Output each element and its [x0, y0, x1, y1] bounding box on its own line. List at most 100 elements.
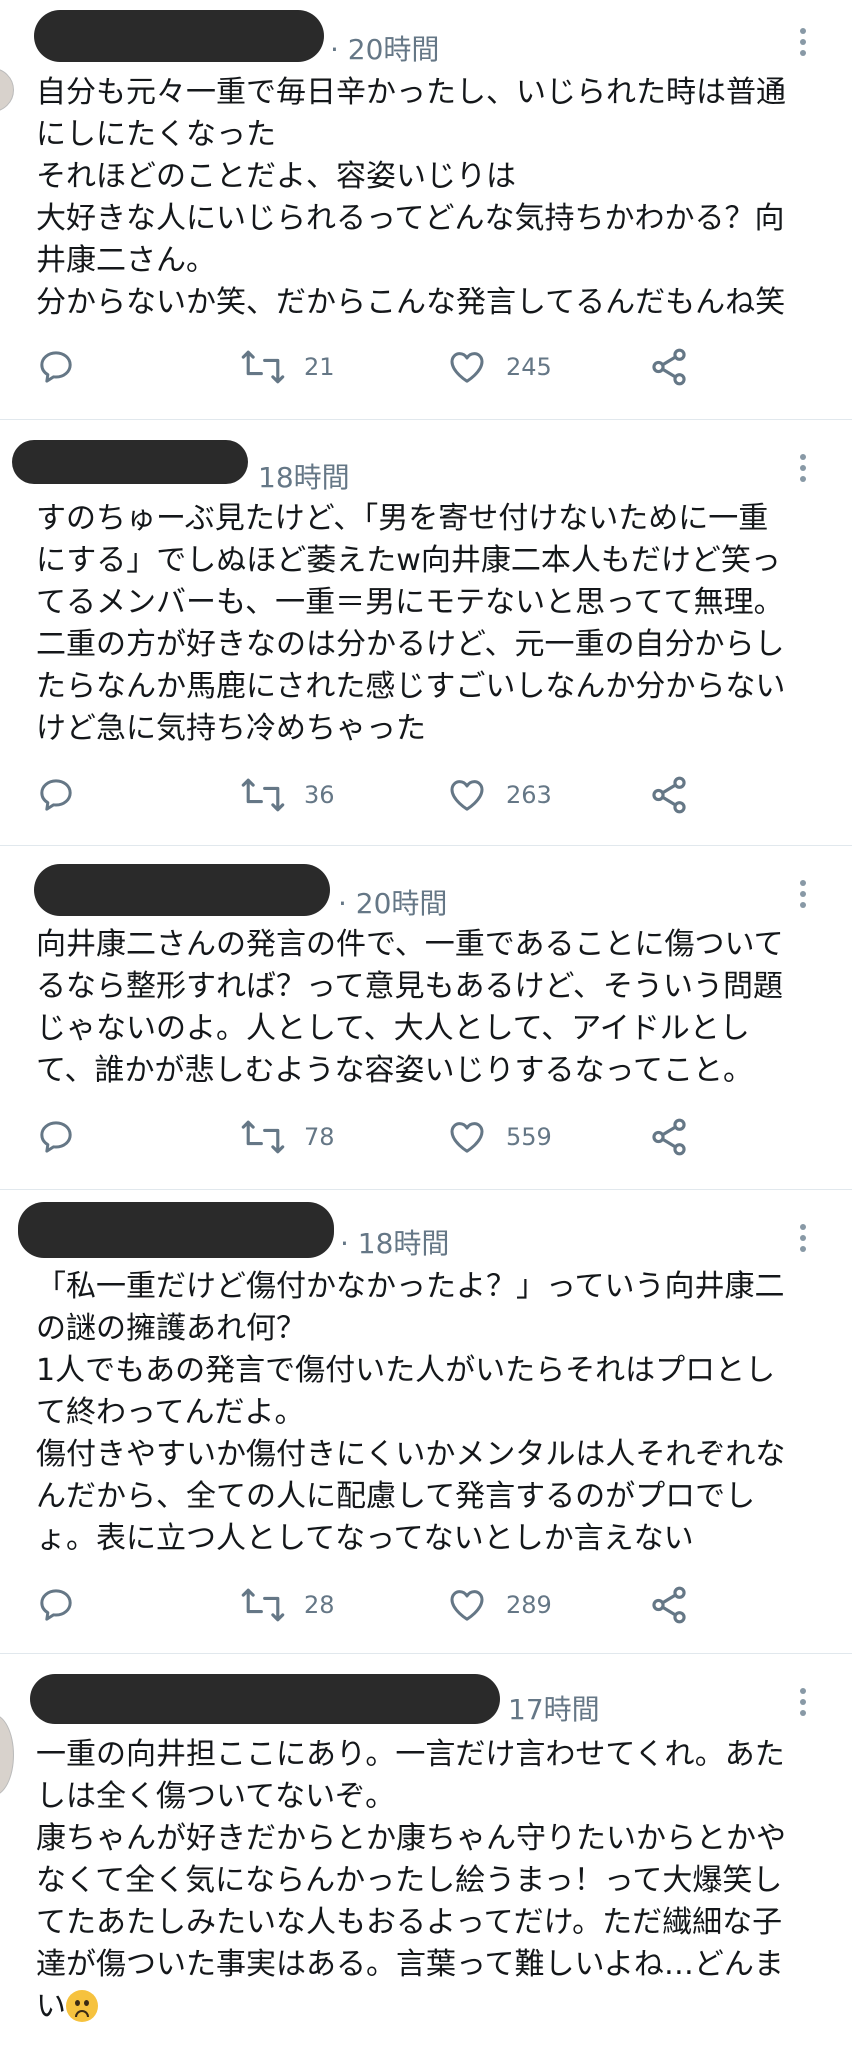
- tweet-2[interactable]: 18時間 すのちゅーぶ見たけど、「男を寄せ付けないために一重 にする」でしぬほど…: [0, 420, 852, 846]
- redacted-username: [34, 864, 330, 916]
- timestamp[interactable]: · 20時間: [338, 882, 447, 922]
- tweet-line: 分からないか笑、だからこんな発言してるんだもんね笑: [36, 285, 786, 320]
- retweet-icon: [241, 1588, 285, 1622]
- like-count: 289: [506, 1591, 552, 1619]
- share-icon: [652, 348, 686, 386]
- reply-button[interactable]: [36, 1114, 76, 1160]
- tweet-text: 一重の向井担ここにあり。一言だけ言わせてくれ。あた しは全く傷ついてないぞ。 康…: [36, 1734, 816, 2028]
- tweet-actions: 28 289: [36, 1582, 816, 1628]
- like-button[interactable]: 559: [446, 1114, 552, 1160]
- tweet-text: 自分も元々一重で毎日辛かったし、いじられた時は普通 にしにたくなった それほどの…: [36, 72, 816, 324]
- retweet-count: 78: [304, 1123, 335, 1151]
- share-button[interactable]: [648, 1114, 690, 1160]
- tweet-line: 大好きな人にいじられるってどんな気持ちかわかる？向: [36, 201, 785, 236]
- more-vertical-icon[interactable]: [800, 1688, 808, 1721]
- tweet-line: たらなんか馬鹿にされた感じすごいしなんか分からない: [36, 669, 786, 704]
- tweet-line: すのちゅーぶ見たけど、「男を寄せ付けないために一重: [36, 501, 769, 536]
- reply-icon: [40, 351, 72, 383]
- more-vertical-icon[interactable]: [800, 880, 808, 913]
- tweet-actions: 21 245: [36, 344, 816, 390]
- retweet-button[interactable]: 78: [240, 1114, 335, 1160]
- tweet-line: ょ。表に立つ人としてなってないとしか言えない: [36, 1521, 694, 1556]
- more-vertical-icon[interactable]: [800, 454, 808, 487]
- retweet-count: 28: [304, 1591, 335, 1619]
- retweet-icon: [241, 350, 285, 384]
- tweet-line: て、誰かが悲しむような容姿いじりするなってこと。: [36, 1053, 753, 1088]
- tweet-line: るなら整形すれば？って意見もあるけど、そういう問題: [36, 969, 783, 1004]
- reply-button[interactable]: [36, 772, 76, 818]
- reply-button[interactable]: [36, 344, 76, 390]
- avatar[interactable]: [0, 68, 14, 112]
- heart-icon: [450, 780, 484, 811]
- heart-icon: [450, 1122, 484, 1153]
- tweet-line: 1人でもあの発言で傷付いた人がいたらそれはプロとし: [36, 1353, 776, 1388]
- reply-icon: [40, 1121, 72, 1153]
- tweet-5[interactable]: 17時間 一重の向井担ここにあり。一言だけ言わせてくれ。あた しは全く傷ついてな…: [0, 1654, 852, 2048]
- redacted-username: [30, 1674, 500, 1724]
- reply-button[interactable]: [36, 1582, 76, 1628]
- share-button[interactable]: [648, 344, 690, 390]
- tweet-line: なくて全く気にならんかったし絵うまっ！って大爆笑し: [36, 1863, 783, 1898]
- like-button[interactable]: 263: [446, 772, 552, 818]
- tweet-line: 一重の向井担ここにあり。一言だけ言わせてくれ。あた: [36, 1737, 785, 1772]
- redacted-username: [34, 10, 324, 62]
- tweet-line: 井康二さん。: [36, 243, 216, 278]
- tweet-actions: 36 263: [36, 772, 816, 818]
- more-vertical-icon[interactable]: [800, 28, 808, 61]
- tweet-line: しは全く傷ついてないぞ。: [36, 1779, 396, 1814]
- timestamp[interactable]: 17時間: [508, 1688, 600, 1728]
- tweet-text: 向井康二さんの発言の件で、一重であることに傷ついて るなら整形すれば？って意見も…: [36, 924, 816, 1092]
- tweet-line: んだから、全ての人に配慮して発言するのがプロでし: [36, 1479, 756, 1514]
- sad-face-emoji: [66, 1990, 98, 2022]
- tweet-line: じゃないのよ。人として、大人として、アイドルとし: [36, 1011, 750, 1046]
- retweet-icon: [241, 778, 285, 812]
- avatar[interactable]: [0, 1714, 14, 1796]
- redacted-username: [12, 440, 248, 484]
- more-vertical-icon[interactable]: [800, 1224, 808, 1257]
- tweet-line: て終わってんだよ。: [36, 1395, 305, 1430]
- tweet-line: 「私一重だけど傷付かなかったよ？」っていう向井康二: [36, 1269, 785, 1304]
- retweet-count: 36: [304, 781, 335, 809]
- heart-icon: [450, 352, 484, 383]
- redacted-username: [18, 1202, 334, 1258]
- retweet-button[interactable]: 21: [240, 344, 335, 390]
- tweet-actions: 78 559: [36, 1114, 816, 1160]
- tweet-line: 傷付きやすいか傷付きにくいかメンタルは人それぞれな: [36, 1437, 786, 1472]
- share-button[interactable]: [648, 1582, 690, 1628]
- tweet-line: にしにたくなった: [36, 117, 276, 152]
- tweet-1[interactable]: · 20時間 自分も元々一重で毎日辛かったし、いじられた時は普通 にしにたくなっ…: [0, 0, 852, 420]
- tweet-4[interactable]: · 18時間 「私一重だけど傷付かなかったよ？」っていう向井康二 の謎の擁護あれ…: [0, 1190, 852, 1654]
- tweet-line: にする」でしぬほど萎えたw向井康二本人もだけど笑っ: [36, 543, 781, 578]
- retweet-button[interactable]: 28: [240, 1582, 335, 1628]
- like-count: 245: [506, 353, 552, 381]
- share-icon: [652, 1118, 686, 1156]
- like-count: 559: [506, 1123, 552, 1151]
- retweet-count: 21: [304, 353, 335, 381]
- share-icon: [652, 776, 686, 814]
- share-button[interactable]: [648, 772, 690, 818]
- like-button[interactable]: 245: [446, 344, 552, 390]
- tweet-line: い: [36, 1989, 66, 2024]
- tweet-line: 自分も元々一重で毎日辛かったし、いじられた時は普通: [36, 75, 786, 110]
- tweet-line: 康ちゃんが好きだからとか康ちゃん守りたいからとかや: [36, 1821, 786, 1856]
- like-count: 263: [506, 781, 552, 809]
- retweet-button[interactable]: 36: [240, 772, 335, 818]
- tweet-line: てるメンバーも、一重＝男にモテないと思ってて無理。: [36, 585, 784, 620]
- tweet-text: 「私一重だけど傷付かなかったよ？」っていう向井康二 の謎の擁護あれ何？ 1人でも…: [36, 1266, 816, 1560]
- retweet-icon: [241, 1120, 285, 1154]
- timestamp[interactable]: · 18時間: [340, 1222, 449, 1262]
- reply-icon: [40, 779, 72, 811]
- tweet-3[interactable]: · 20時間 向井康二さんの発言の件で、一重であることに傷ついて るなら整形すれ…: [0, 846, 852, 1190]
- timestamp[interactable]: · 20時間: [330, 28, 439, 68]
- tweet-line: それほどのことだよ、容姿いじりは: [36, 159, 516, 194]
- share-icon: [652, 1586, 686, 1624]
- heart-icon: [450, 1590, 484, 1621]
- tweet-line-last: い: [36, 1986, 816, 2028]
- timestamp[interactable]: 18時間: [258, 456, 350, 496]
- like-button[interactable]: 289: [446, 1582, 552, 1628]
- tweet-line: てたあたしみたいな人もおるよってだけ。ただ繊細な子: [36, 1905, 783, 1940]
- tweet-text: すのちゅーぶ見たけど、「男を寄せ付けないために一重 にする」でしぬほど萎えたw向…: [36, 498, 816, 750]
- tweet-line: けど急に気持ち冷めちゃった: [36, 711, 426, 746]
- tweet-line: 達が傷ついた事実はある。言葉って難しいよね…どんま: [36, 1947, 784, 1982]
- tweet-line: 二重の方が好きなのは分かるけど、元一重の自分からし: [36, 627, 785, 662]
